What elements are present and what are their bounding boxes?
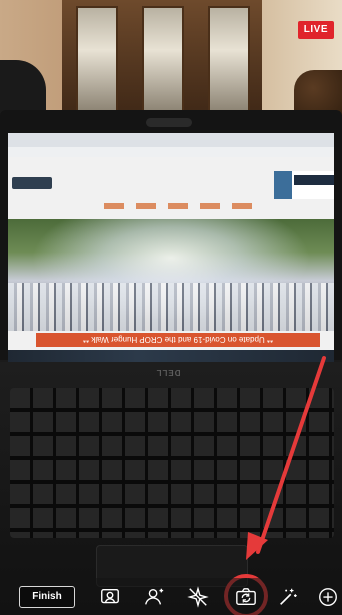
covid-update-banner-text: ** Update on Covid-19 and the CROP Hunge… xyxy=(83,335,273,344)
site-logo xyxy=(274,171,334,199)
laptop-brand-logo: DELL xyxy=(148,368,188,378)
magic-wand-icon xyxy=(280,588,297,605)
sparkle-off-icon xyxy=(187,586,209,608)
covid-update-banner: ** Update on Covid-19 and the CROP Hunge… xyxy=(36,333,320,347)
logo-mark xyxy=(274,171,292,199)
browser-tab-bar xyxy=(8,133,334,147)
add-circle-icon xyxy=(319,588,337,606)
live-badge: LIVE xyxy=(297,21,334,39)
people-icon xyxy=(101,588,119,604)
invite-button[interactable] xyxy=(140,583,168,611)
flip-camera-button[interactable] xyxy=(232,583,260,611)
site-nav-menu xyxy=(104,203,264,209)
laptop-webcam xyxy=(146,118,192,127)
browser-bookmarks-bar xyxy=(8,147,334,157)
guests-button[interactable] xyxy=(96,583,124,611)
china-cabinet xyxy=(62,0,262,118)
laptop-keyboard xyxy=(10,388,334,538)
add-button[interactable] xyxy=(314,583,342,611)
cabinet-glass-right xyxy=(208,6,250,115)
cabinet-glass-left xyxy=(76,6,118,115)
bottom-toolbar: Finish xyxy=(0,578,342,615)
effects-off-button[interactable] xyxy=(184,583,212,611)
logo-wordmark xyxy=(294,175,334,185)
laptop-brand-text: DELL xyxy=(156,368,181,377)
cabinet-glass-mid xyxy=(142,6,184,115)
filters-button[interactable] xyxy=(274,583,302,611)
site-search-box xyxy=(12,177,52,189)
flip-camera-icon xyxy=(236,588,256,606)
laptop-display: ** Update on Covid-19 and the CROP Hunge… xyxy=(8,133,334,351)
person-icon xyxy=(145,588,164,605)
finish-button[interactable]: Finish xyxy=(19,586,75,608)
hero-crowd xyxy=(8,283,334,331)
camera-feed: ** Update on Covid-19 and the CROP Hunge… xyxy=(0,0,342,615)
windows-taskbar xyxy=(8,350,334,362)
camera-screen: ** Update on Covid-19 and the CROP Hunge… xyxy=(0,0,342,615)
